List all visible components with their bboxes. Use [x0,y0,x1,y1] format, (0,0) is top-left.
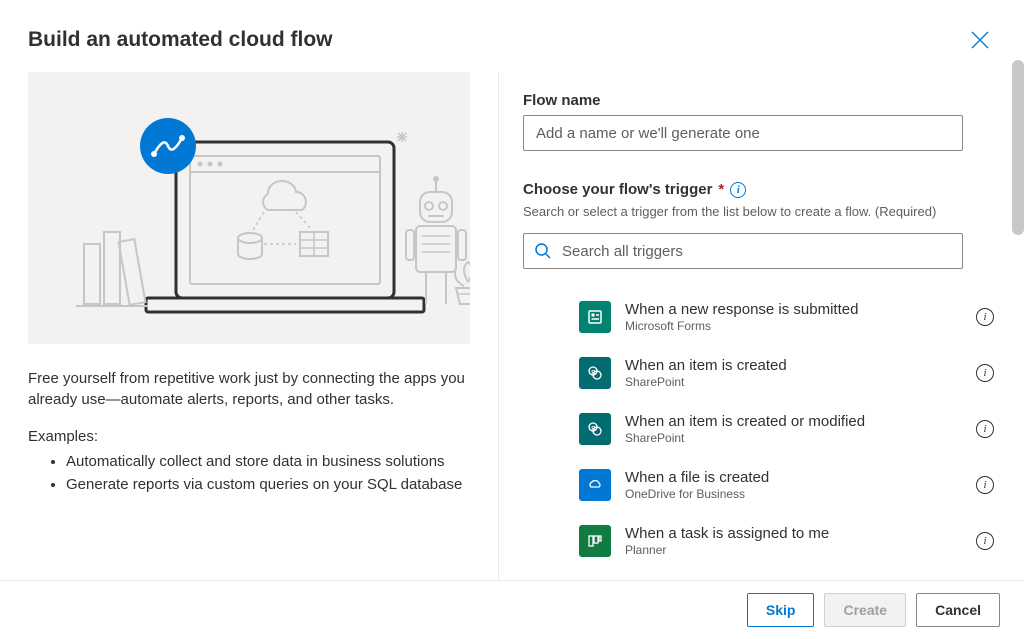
search-icon [534,242,552,260]
trigger-item-planner-task-assigned[interactable]: When a task is assigned to me Planner i [579,513,994,569]
dialog-title: Build an automated cloud flow [28,28,333,52]
trigger-info-icon[interactable]: i [976,532,994,550]
examples-list: Automatically collect and store data in … [28,451,470,496]
trigger-item-forms-new-response[interactable]: When a new response is submitted Microso… [579,289,994,345]
trigger-item-onedrive-file-created[interactable]: When a file is created OneDrive for Busi… [579,457,994,513]
trigger-title: When a new response is submitted [625,301,962,319]
trigger-info-icon[interactable]: i [976,308,994,326]
right-panel: Flow name Choose your flow's trigger * i… [498,72,1024,580]
info-icon[interactable]: i [730,182,746,198]
flow-name-label: Flow name [523,92,1012,109]
trigger-search-field[interactable] [562,243,952,260]
skip-button[interactable]: Skip [747,593,815,627]
example-item: Automatically collect and store data in … [66,451,470,474]
trigger-sublabel: Search or select a trigger from the list… [523,204,1012,219]
sharepoint-icon: S [579,357,611,389]
trigger-title: When a task is assigned to me [625,525,962,543]
dialog-footer: Skip Create Cancel [0,580,1024,639]
trigger-connector: SharePoint [625,375,962,389]
trigger-info-icon[interactable]: i [976,476,994,494]
trigger-connector: OneDrive for Business [625,487,962,501]
trigger-text: When a task is assigned to me Planner [625,525,962,557]
trigger-search-input[interactable] [523,233,963,269]
trigger-title: When an item is created or modified [625,413,962,431]
onedrive-icon [579,469,611,501]
examples-label: Examples: [28,428,470,445]
dialog-build-flow: Build an automated cloud flow [0,0,1024,639]
flow-illustration [28,72,470,344]
trigger-connector: Planner [625,543,962,557]
cancel-button[interactable]: Cancel [916,593,1000,627]
create-button[interactable]: Create [824,593,906,627]
sharepoint-icon: S [579,413,611,445]
trigger-text: When a new response is submitted Microso… [625,301,962,333]
trigger-info-icon[interactable]: i [976,420,994,438]
dialog-body: Free yourself from repetitive work just … [0,72,1024,580]
example-item: Generate reports via custom queries on y… [66,474,470,497]
required-indicator: * [718,181,724,198]
svg-text:S: S [591,370,596,377]
trigger-text: When an item is created SharePoint [625,357,962,389]
dialog-header: Build an automated cloud flow [0,0,1024,72]
flow-name-input[interactable] [523,115,963,151]
description-text: Free yourself from repetitive work just … [28,368,470,410]
close-icon [971,31,989,49]
scrollbar[interactable] [1012,72,1024,235]
left-panel: Free yourself from repetitive work just … [0,72,498,580]
trigger-info-icon[interactable]: i [976,364,994,382]
trigger-item-sharepoint-item-created-modified[interactable]: S When an item is created or modified Sh… [579,401,994,457]
trigger-title: When an item is created [625,357,962,375]
trigger-connector: SharePoint [625,431,962,445]
trigger-connector: Microsoft Forms [625,319,962,333]
trigger-title: When a file is created [625,469,962,487]
trigger-text: When an item is created or modified Shar… [625,413,962,445]
trigger-text: When a file is created OneDrive for Busi… [625,469,962,501]
close-button[interactable] [964,24,996,56]
trigger-section-label: Choose your flow's trigger * i [523,181,1012,198]
svg-text:S: S [591,426,596,433]
trigger-list: When a new response is submitted Microso… [523,289,1012,569]
planner-icon [579,525,611,557]
trigger-item-sharepoint-item-created[interactable]: S When an item is created SharePoint i [579,345,994,401]
forms-icon [579,301,611,333]
